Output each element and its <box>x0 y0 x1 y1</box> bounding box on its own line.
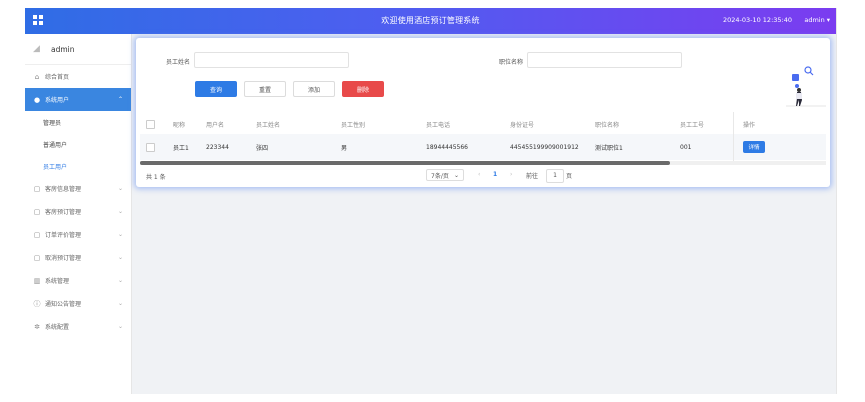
sidebar-item-system-users[interactable]: ● 系统用户 ⌃ <box>25 88 131 111</box>
chart-icon: ▥ <box>33 276 41 285</box>
column-header: 身份证号 <box>510 121 535 129</box>
sidebar-item-label: 客房预订管理 <box>45 209 82 216</box>
sidebar-subitem-employee-user[interactable]: 员工用户 <box>25 155 131 177</box>
column-header: 员工性别 <box>341 121 366 129</box>
sidebar-item-home[interactable]: ⌂ 综合首页 <box>25 65 131 88</box>
sidebar-item-label: 系统管理 <box>45 278 70 285</box>
doc-icon: ▢ <box>33 253 41 262</box>
goto-label: 前往 <box>526 173 539 180</box>
sidebar-item-label: 订单评价管理 <box>45 232 82 239</box>
chevron-down-icon: ⌄ <box>453 171 459 179</box>
sidebar-username: admin <box>51 44 75 54</box>
chevron-down-icon: ⌄ <box>117 254 123 261</box>
cell-nickname: 员工1 <box>173 144 189 152</box>
sidebar-subitem-admin[interactable]: 管理员 <box>25 111 131 133</box>
home-icon: ⌂ <box>34 72 40 81</box>
row-checkbox[interactable] <box>146 142 155 152</box>
doc-icon: ▢ <box>33 184 41 193</box>
sidebar-item-notice[interactable]: ⓘ 通知公告管理 ⌄ <box>25 292 131 315</box>
cell-id-card: 445455199909001912 <box>510 143 579 151</box>
sidebar-item-label: 客房信息管理 <box>45 186 82 193</box>
cell-emp-no: 001 <box>680 143 692 151</box>
chevron-down-icon: ⌄ <box>117 300 123 307</box>
add-button[interactable]: 添加 <box>293 81 335 97</box>
chevron-down-icon: ⌄ <box>117 208 123 215</box>
user-menu[interactable]: admin ▾ <box>804 16 830 24</box>
prev-page-icon[interactable]: ‹ <box>478 171 480 178</box>
reset-button[interactable]: 重置 <box>244 81 286 97</box>
cell-phone: 18944445566 <box>426 143 468 151</box>
page-unit-label: 页 <box>566 173 573 180</box>
cell-username: 223344 <box>206 143 229 151</box>
doc-icon: ▢ <box>33 230 41 239</box>
position-name-label: 职位名称 <box>499 59 524 66</box>
pagination: 共 1 条 7条/页 ⌄ ‹ 1 › 前往 1 页 <box>136 169 830 183</box>
position-name-input[interactable] <box>527 52 682 68</box>
employee-card: 员工姓名 职位名称 查询 重置 添加 删除 昵称 用户名 员工姓名 员工性别 员… <box>136 38 830 187</box>
gear-icon: ✲ <box>34 322 40 331</box>
horizontal-scrollbar[interactable] <box>140 161 826 165</box>
query-button[interactable]: 查询 <box>195 81 237 97</box>
column-header: 员工工号 <box>680 121 705 129</box>
sidebar-item-label: 系统配置 <box>45 324 70 331</box>
page-size-select[interactable]: 7条/页 ⌄ <box>426 169 464 181</box>
sidebar-item-label: 取消预订管理 <box>45 255 82 262</box>
top-bar: 欢迎使用酒店预订管理系统 2024-03-10 12:35:40 admin ▾ <box>25 8 836 34</box>
avatar-icon: ◢ <box>33 44 40 54</box>
app-window: 欢迎使用酒店预订管理系统 2024-03-10 12:35:40 admin ▾… <box>25 8 837 394</box>
column-header: 员工姓名 <box>256 121 281 129</box>
delete-button[interactable]: 删除 <box>342 81 384 97</box>
table-header: 昵称 用户名 员工姓名 员工性别 员工电话 身份证号 职位名称 员工工号 操作 <box>140 116 826 132</box>
person-search-illustration-icon <box>786 66 826 107</box>
column-header: 职位名称 <box>595 121 620 129</box>
select-all-checkbox[interactable] <box>146 119 155 129</box>
page-size-value: 7条/页 <box>431 172 449 180</box>
employee-name-input[interactable] <box>194 52 349 68</box>
sidebar-item-label: 系统用户 <box>45 97 70 104</box>
goto-page-input[interactable]: 1 <box>546 169 564 183</box>
sidebar-user: ◢ admin <box>25 34 131 65</box>
cell-name: 张四 <box>256 144 269 152</box>
page-title: 欢迎使用酒店预订管理系统 <box>381 16 480 25</box>
sidebar-item-label: 通知公告管理 <box>45 301 82 308</box>
column-header: 用户名 <box>206 121 225 129</box>
info-icon: ⓘ <box>33 299 41 308</box>
next-page-icon[interactable]: › <box>510 171 512 178</box>
chevron-down-icon: ⌄ <box>117 231 123 238</box>
main-content: 员工姓名 职位名称 查询 重置 添加 删除 昵称 用户名 员工姓名 员工性别 员… <box>132 34 836 394</box>
table-row: 员工1 223344 张四 男 18944445566 445455199909… <box>140 134 826 160</box>
sidebar-item-room-booking[interactable]: ▢ 客房预订管理 ⌄ <box>25 200 131 223</box>
chevron-down-icon: ⌄ <box>117 185 123 192</box>
cell-gender: 男 <box>341 144 348 152</box>
sidebar-item-cancel-booking[interactable]: ▢ 取消预订管理 ⌄ <box>25 246 131 269</box>
column-header: 员工电话 <box>426 121 451 129</box>
user-icon: ● <box>33 95 41 104</box>
sidebar-item-order-review[interactable]: ▢ 订单评价管理 ⌄ <box>25 223 131 246</box>
sidebar-subitem-normal-user[interactable]: 普通用户 <box>25 133 131 155</box>
sidebar-item-room-info[interactable]: ▢ 客房信息管理 ⌄ <box>25 177 131 200</box>
sidebar: ◢ admin ⌂ 综合首页 ● 系统用户 ⌃ 管理员 普通用户 员工用户 ▢ … <box>25 34 132 394</box>
employee-name-label: 员工姓名 <box>166 59 191 66</box>
chevron-down-icon: ⌄ <box>117 323 123 330</box>
chevron-up-icon: ⌃ <box>117 96 123 103</box>
sidebar-item-system-manage[interactable]: ▥ 系统管理 ⌄ <box>25 269 131 292</box>
column-header: 操作 <box>743 121 756 129</box>
sidebar-item-label: 综合首页 <box>45 74 70 81</box>
doc-icon: ▢ <box>33 207 41 216</box>
cell-position: 测试职位1 <box>595 144 623 152</box>
current-page[interactable]: 1 <box>493 171 497 178</box>
total-count: 共 1 条 <box>146 174 166 181</box>
chevron-down-icon: ⌄ <box>117 277 123 284</box>
detail-button[interactable]: 详情 <box>743 141 765 153</box>
sidebar-item-system-config[interactable]: ✲ 系统配置 ⌄ <box>25 315 131 338</box>
chevron-down-icon: ▾ <box>826 16 830 24</box>
user-menu-label: admin <box>804 16 825 24</box>
datetime-display: 2024-03-10 12:35:40 <box>722 16 792 24</box>
scrollbar-thumb[interactable] <box>140 161 670 165</box>
operation-column-divider <box>733 112 734 164</box>
column-header: 昵称 <box>173 121 186 129</box>
